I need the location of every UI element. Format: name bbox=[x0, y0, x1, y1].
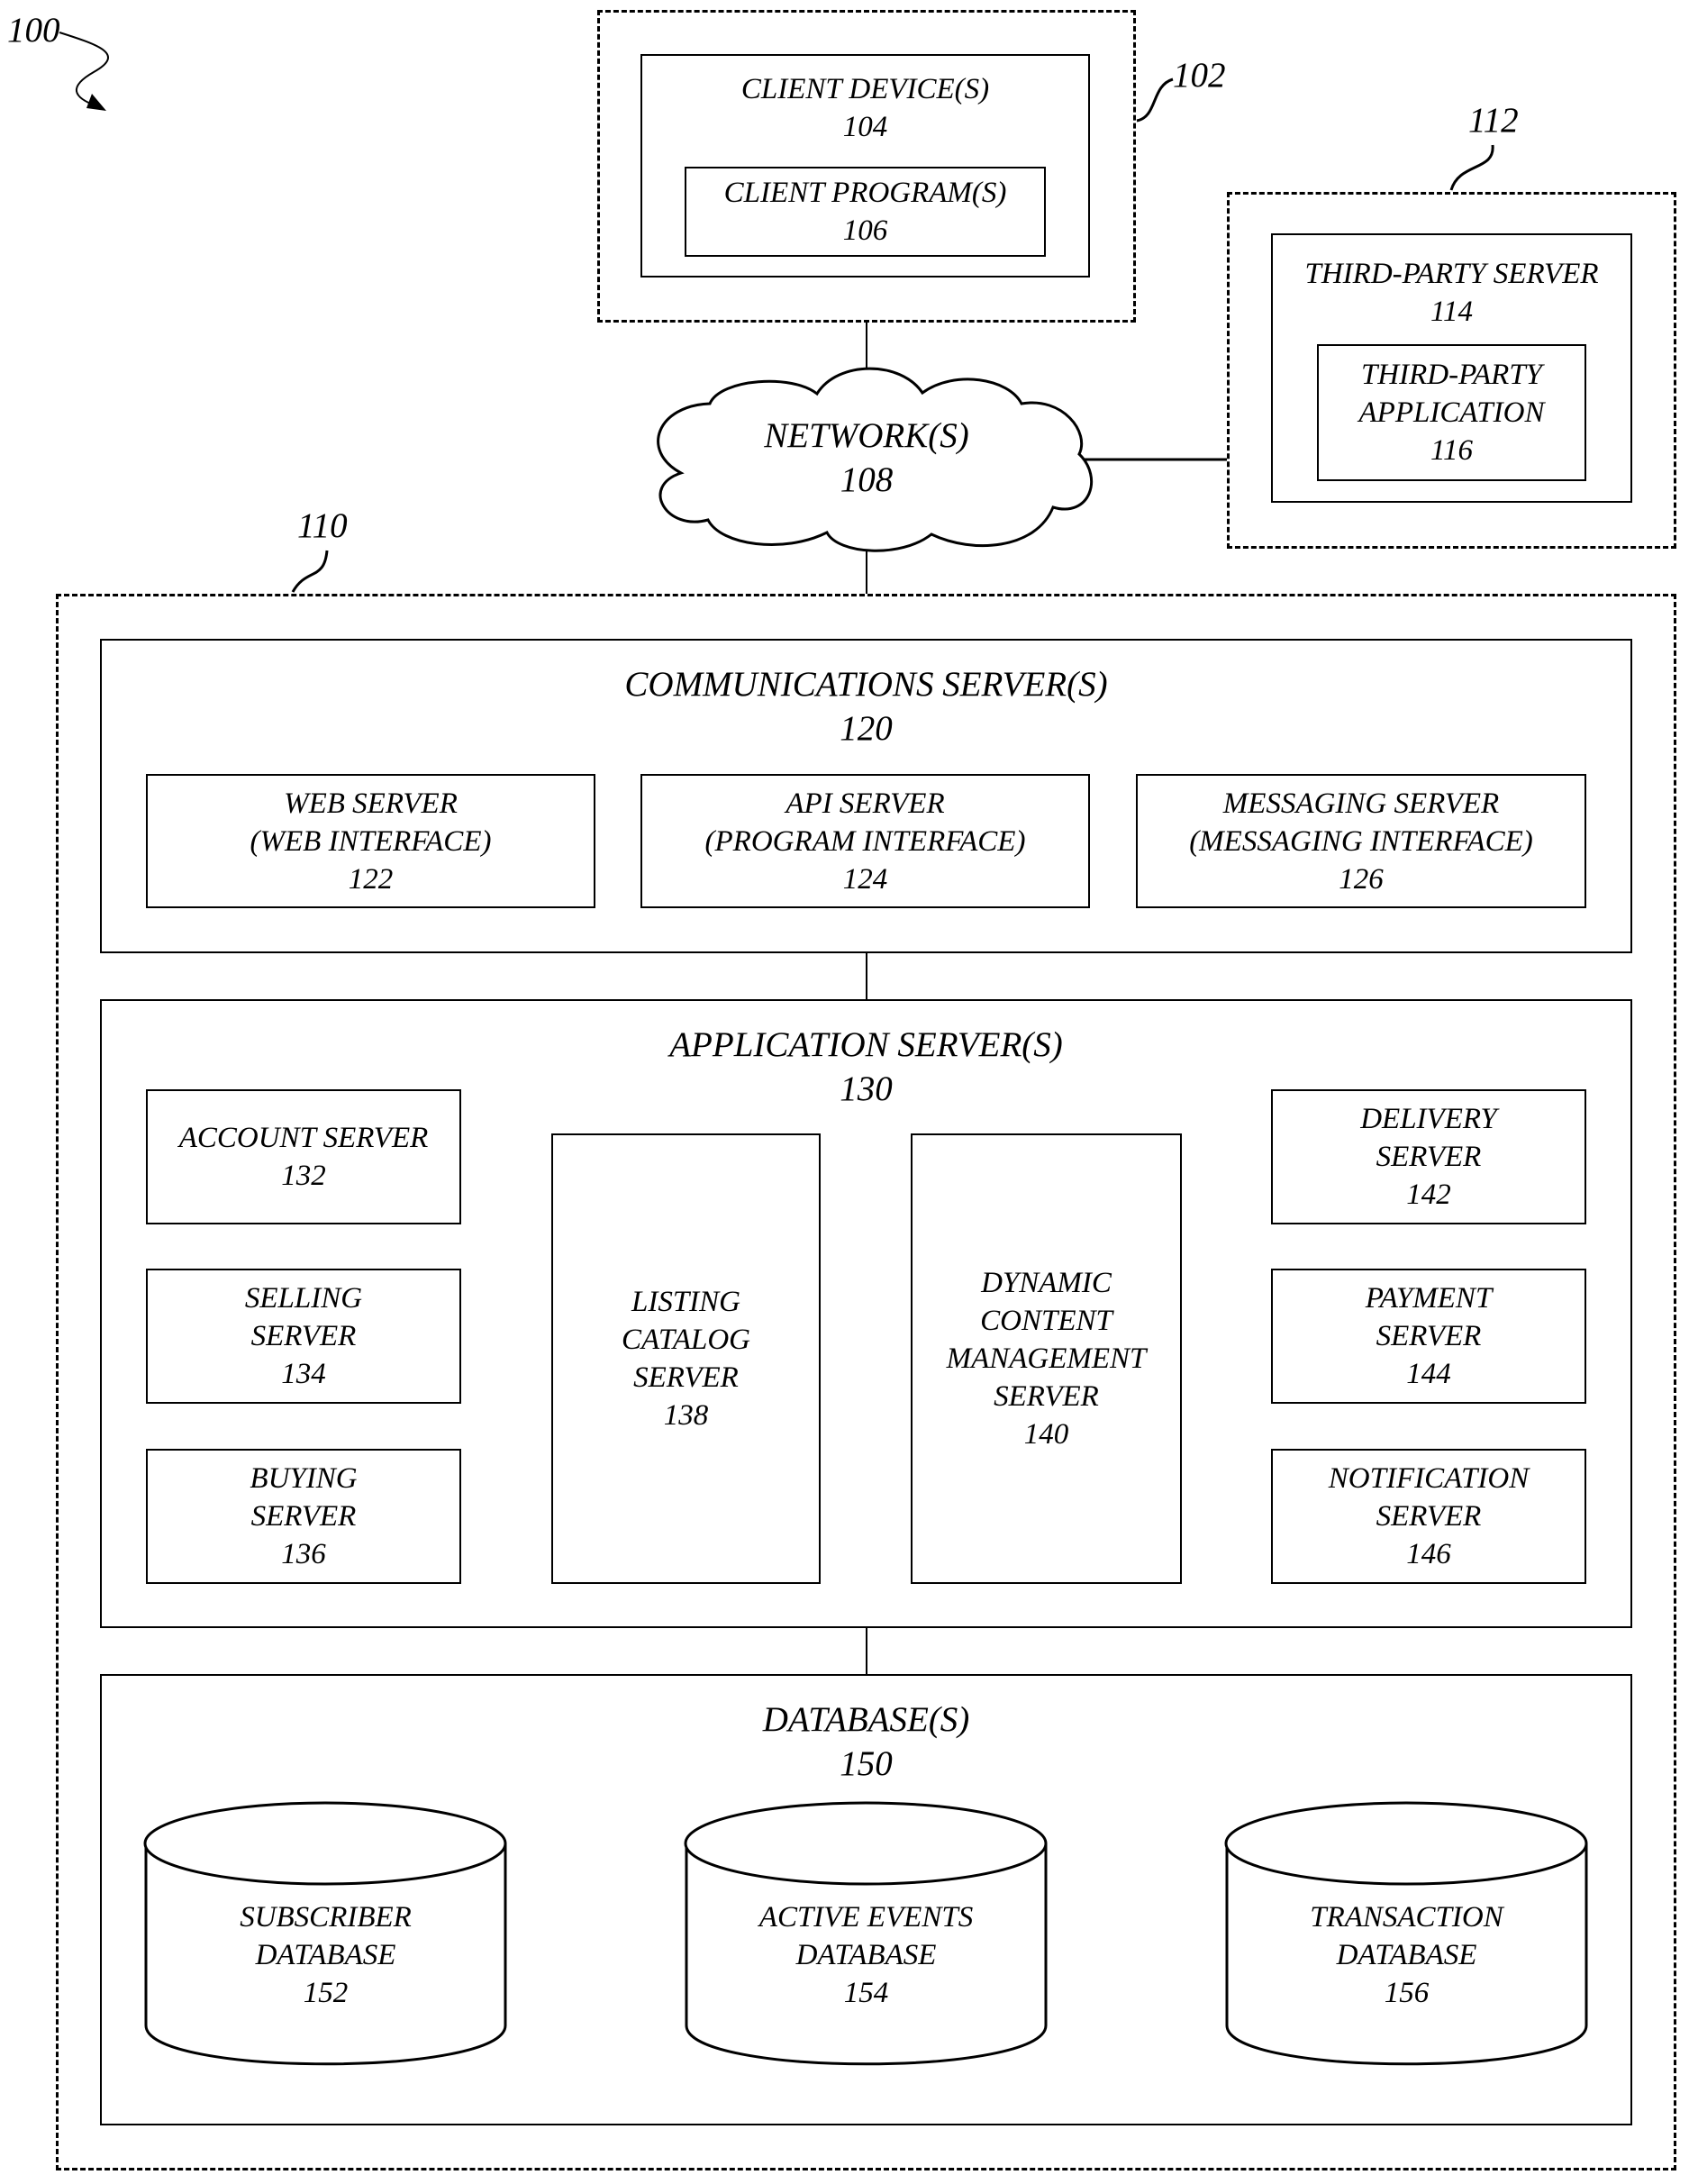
api-server-ref: 124 bbox=[842, 862, 888, 896]
buying-server-line2: SERVER bbox=[250, 1500, 357, 1533]
subscriber-db-line1: SUBSCRIBER bbox=[240, 1901, 412, 1934]
notification-server-line1: NOTIFICATION bbox=[1328, 1462, 1530, 1495]
figure-ref-100: 100 bbox=[7, 11, 60, 50]
messaging-server-line2: (MESSAGING INTERFACE) bbox=[1189, 824, 1533, 858]
ref-label-102: 102 bbox=[1173, 56, 1226, 95]
client-device-ref: 104 bbox=[842, 111, 888, 143]
figure-100-pointer-arrow bbox=[59, 32, 109, 107]
payment-server-line2: SERVER bbox=[1376, 1320, 1482, 1352]
transaction-database[interactable]: TRANSACTION DATABASE 156 bbox=[1227, 1888, 1586, 2023]
third-party-app-line1: THIRD-PARTY bbox=[1360, 359, 1543, 391]
dcm-server-line1: DYNAMIC bbox=[981, 1267, 1112, 1299]
client-device-title: CLIENT DEVICE(S) bbox=[740, 73, 990, 105]
active-events-database[interactable]: ACTIVE EVENTS DATABASE 154 bbox=[686, 1888, 1046, 2023]
third-party-app-line2: APPLICATION bbox=[1358, 396, 1545, 429]
active-events-db-line1: ACTIVE EVENTS bbox=[758, 1901, 974, 1934]
selling-server-line1: SELLING bbox=[244, 1282, 363, 1315]
third-party-server-title: THIRD-PARTY SERVER bbox=[1304, 258, 1599, 290]
transaction-db-line2: DATABASE bbox=[1336, 1939, 1477, 1971]
listing-server-line1: LISTING bbox=[631, 1286, 741, 1318]
selling-server-box[interactable]: SELLING SERVER 134 bbox=[146, 1269, 461, 1404]
subscriber-db-line2: DATABASE bbox=[255, 1939, 396, 1971]
selling-server-ref: 134 bbox=[281, 1358, 326, 1390]
network-ref: 108 bbox=[840, 460, 894, 499]
transaction-db-line1: TRANSACTION bbox=[1310, 1901, 1503, 1934]
payment-server-line1: PAYMENT bbox=[1365, 1282, 1493, 1315]
api-server-line1: API SERVER bbox=[785, 787, 945, 820]
dynamic-content-management-server-box[interactable]: DYNAMIC CONTENT MANAGEMENT SERVER 140 bbox=[911, 1133, 1182, 1584]
third-party-server-ref: 114 bbox=[1430, 296, 1474, 328]
client-program-ref: 106 bbox=[842, 214, 888, 247]
buying-server-box[interactable]: BUYING SERVER 136 bbox=[146, 1449, 461, 1584]
messaging-server-box[interactable]: MESSAGING SERVER (MESSAGING INTERFACE) 1… bbox=[1136, 774, 1586, 908]
ref-label-110: 110 bbox=[297, 506, 348, 545]
third-party-app-ref: 116 bbox=[1430, 434, 1474, 467]
notification-server-ref: 146 bbox=[1406, 1538, 1451, 1570]
account-server-line1: ACCOUNT SERVER bbox=[178, 1122, 429, 1154]
dcm-server-line2: CONTENT bbox=[980, 1305, 1112, 1337]
ref-112-leader bbox=[1449, 144, 1494, 191]
active-events-db-ref: 154 bbox=[843, 1977, 889, 2009]
listing-server-line3: SERVER bbox=[633, 1361, 739, 1394]
delivery-server-line1: DELIVERY bbox=[1360, 1103, 1497, 1135]
listing-catalog-server-box[interactable]: LISTING CATALOG SERVER 138 bbox=[551, 1133, 821, 1584]
listing-server-line2: CATALOG bbox=[621, 1324, 751, 1356]
dcm-server-line4: SERVER bbox=[994, 1380, 1099, 1413]
account-server-ref: 132 bbox=[281, 1160, 326, 1192]
arrow-head-icon bbox=[86, 94, 106, 111]
network-title: NETWORK(S) bbox=[764, 416, 969, 455]
dcm-server-ref: 140 bbox=[1023, 1418, 1069, 1451]
third-party-application-box[interactable]: THIRD-PARTY APPLICATION 116 bbox=[1317, 344, 1586, 481]
messaging-server-line1: MESSAGING SERVER bbox=[1222, 787, 1500, 820]
buying-server-ref: 136 bbox=[281, 1538, 326, 1570]
databases-ref: 150 bbox=[840, 1744, 893, 1783]
buying-server-line1: BUYING bbox=[250, 1462, 358, 1495]
ref-110-leader bbox=[291, 550, 329, 593]
delivery-server-ref: 142 bbox=[1406, 1178, 1451, 1211]
dcm-server-line3: MANAGEMENT bbox=[946, 1342, 1147, 1375]
application-title: APPLICATION SERVER(S) bbox=[669, 1025, 1063, 1064]
delivery-server-line2: SERVER bbox=[1376, 1141, 1482, 1173]
payment-server-box[interactable]: PAYMENT SERVER 144 bbox=[1271, 1269, 1586, 1404]
api-server-box[interactable]: API SERVER (PROGRAM INTERFACE) 124 bbox=[640, 774, 1090, 908]
client-program-box[interactable]: CLIENT PROGRAM(S) 106 bbox=[685, 167, 1046, 257]
communications-ref: 120 bbox=[840, 709, 893, 748]
web-server-ref: 122 bbox=[348, 862, 394, 896]
web-server-box[interactable]: WEB SERVER (WEB INTERFACE) 122 bbox=[146, 774, 595, 908]
account-server-box[interactable]: ACCOUNT SERVER 132 bbox=[146, 1089, 461, 1224]
network-node[interactable]: NETWORK(S) 108 bbox=[685, 413, 1049, 503]
subscriber-database[interactable]: SUBSCRIBER DATABASE 152 bbox=[146, 1888, 505, 2023]
communications-title: COMMUNICATIONS SERVER(S) bbox=[624, 665, 1108, 704]
client-program-title: CLIENT PROGRAM(S) bbox=[723, 177, 1007, 209]
messaging-server-ref: 126 bbox=[1339, 862, 1384, 896]
selling-server-line2: SERVER bbox=[250, 1320, 357, 1352]
notification-server-line2: SERVER bbox=[1376, 1500, 1482, 1533]
subscriber-db-ref: 152 bbox=[303, 1977, 349, 2009]
transaction-db-ref: 156 bbox=[1384, 1977, 1430, 2009]
api-server-line2: (PROGRAM INTERFACE) bbox=[704, 824, 1026, 858]
active-events-db-line2: DATABASE bbox=[795, 1939, 937, 1971]
notification-server-box[interactable]: NOTIFICATION SERVER 146 bbox=[1271, 1449, 1586, 1584]
databases-title: DATABASE(S) bbox=[762, 1700, 970, 1739]
web-server-line1: WEB SERVER bbox=[284, 787, 458, 820]
web-server-line2: (WEB INTERFACE) bbox=[250, 824, 492, 858]
listing-server-ref: 138 bbox=[663, 1399, 709, 1432]
ref-102-leader bbox=[1136, 77, 1174, 123]
delivery-server-box[interactable]: DELIVERY SERVER 142 bbox=[1271, 1089, 1586, 1224]
ref-label-112: 112 bbox=[1468, 101, 1519, 140]
payment-server-ref: 144 bbox=[1406, 1358, 1451, 1390]
